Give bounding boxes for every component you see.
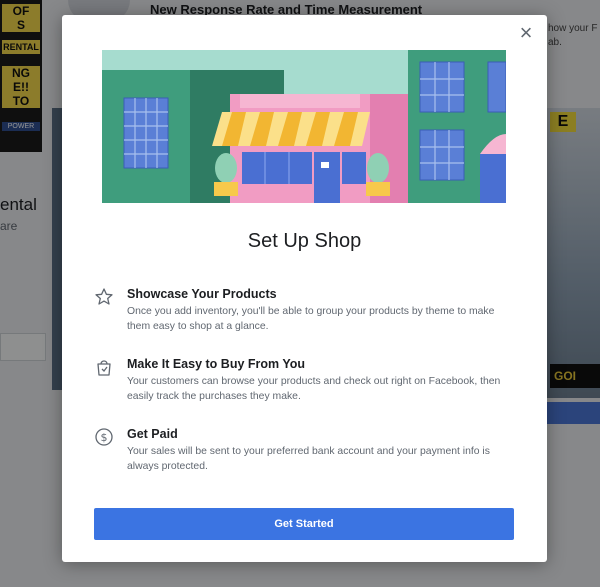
get-started-button[interactable]: Get Started xyxy=(94,508,514,540)
set-up-shop-dialog: × Set Up Shop Showcase Your Products Onc… xyxy=(62,15,547,562)
close-icon[interactable]: × xyxy=(516,22,536,44)
feature-heading: Make It Easy to Buy From You xyxy=(127,357,306,371)
shop-illustration xyxy=(102,50,506,203)
star-icon xyxy=(95,288,113,305)
dialog-title: Set Up Shop xyxy=(247,230,362,252)
dollar-circle-icon: $ xyxy=(95,428,113,446)
feature-description: Your sales will be sent to your preferre… xyxy=(127,446,490,472)
shopping-bag-icon xyxy=(97,360,111,376)
svg-text:$: $ xyxy=(101,431,108,444)
feature-heading: Get Paid xyxy=(127,427,178,441)
feature-description: Your customers can browse your products … xyxy=(127,376,501,402)
feature-description: Once you add inventory, you'll be able t… xyxy=(127,306,495,332)
feature-heading: Showcase Your Products xyxy=(127,287,277,301)
